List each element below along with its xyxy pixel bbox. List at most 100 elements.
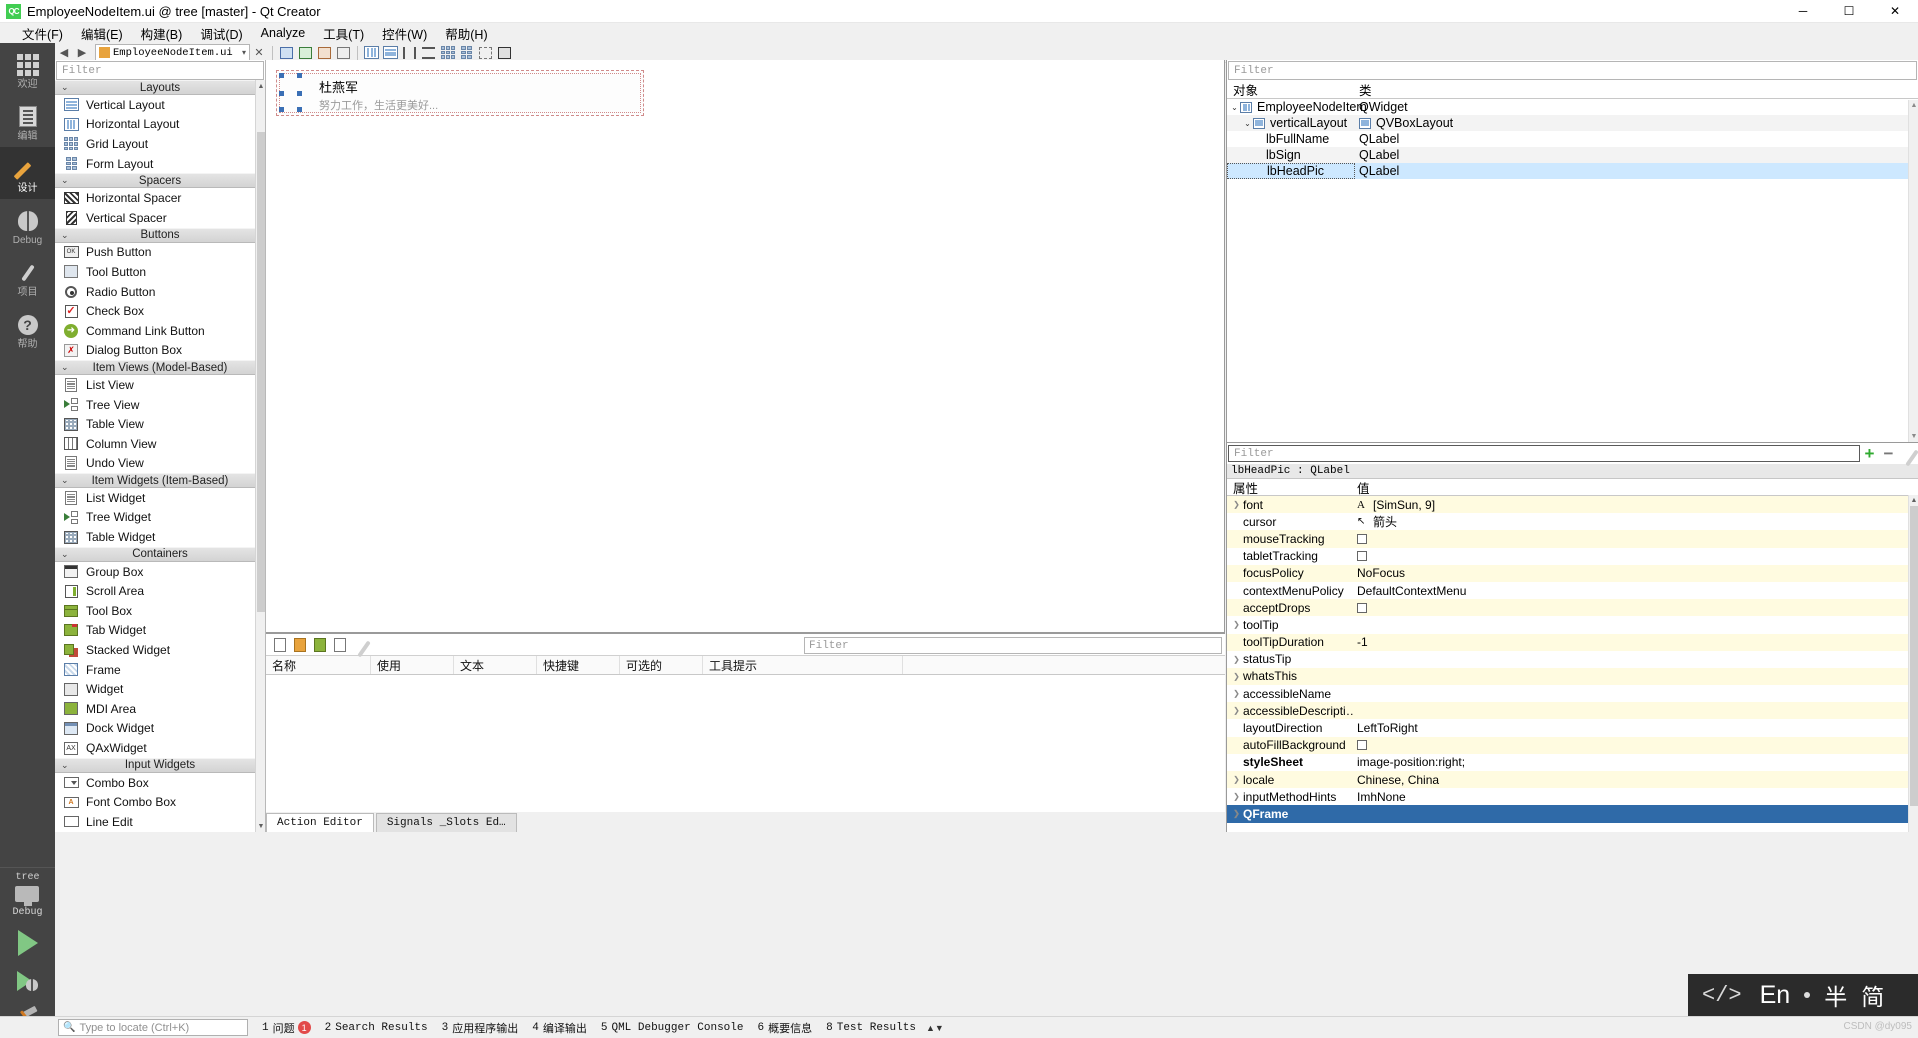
widget-box-scrollbar[interactable]: ▲ ▼ (255, 80, 265, 832)
menu-item-2[interactable]: 构建(B) (132, 22, 192, 45)
property-value-cell[interactable]: NoFocus (1353, 564, 1918, 582)
start-debugging-button[interactable] (0, 962, 55, 1000)
property-row[interactable]: cursor ↖ 箭头 (1227, 513, 1918, 531)
run-button[interactable] (0, 924, 55, 962)
widget-group-header[interactable]: ⌄ Spacers (55, 173, 265, 189)
widget-item[interactable]: ➜ Command Link Button (55, 321, 265, 341)
widget-item[interactable]: Frame (55, 660, 265, 680)
locator-input[interactable]: 🔍 Type to locate (Ctrl+K) (58, 1019, 248, 1036)
scroll-up-icon[interactable]: ▲ (1909, 100, 1918, 111)
chevron-down-icon[interactable]: ⌄ (1242, 119, 1253, 128)
forward-icon[interactable]: ▶ (73, 44, 91, 62)
object-inspector-row[interactable]: lbHeadPic QLabel (1227, 163, 1918, 179)
chevron-right-icon[interactable]: ❯ (1230, 672, 1243, 681)
menu-item-0[interactable]: 文件(F) (13, 22, 72, 45)
property-value-cell[interactable]: LeftToRight (1353, 719, 1918, 737)
output-pane-button[interactable]: 5 QML Debugger Console (601, 1022, 744, 1034)
widget-item[interactable]: Radio Button (55, 282, 265, 302)
property-row[interactable]: ❯ locale Chinese, China (1227, 771, 1918, 789)
object-column-header[interactable]: 对象 (1227, 81, 1355, 98)
edit-widgets-icon[interactable] (278, 44, 295, 61)
widget-group-header[interactable]: ⌄ Item Views (Model-Based) (55, 360, 265, 376)
widget-item[interactable]: Tool Button (55, 262, 265, 282)
scroll-down-icon[interactable]: ▼ (1909, 431, 1918, 442)
widget-item[interactable]: Undo View (55, 454, 265, 474)
output-pane-button[interactable]: 3 应用程序输出 (442, 1020, 519, 1036)
chevron-right-icon[interactable]: ❯ (1230, 689, 1243, 698)
minus-icon[interactable]: − (1879, 445, 1898, 462)
checkbox-icon[interactable] (1357, 602, 1367, 613)
scrollbar-thumb[interactable] (257, 132, 265, 612)
layout-vertically-icon[interactable] (382, 44, 399, 61)
plus-icon[interactable]: + (1860, 445, 1879, 462)
property-value-cell[interactable]: ↖ 箭头 (1353, 513, 1918, 531)
menu-item-5[interactable]: 工具(T) (314, 22, 373, 45)
action-column-header[interactable]: 工具提示 (703, 656, 903, 674)
label-full-name[interactable]: 杜燕军 (319, 77, 358, 96)
property-row[interactable]: ❯ QFrame (1227, 805, 1918, 823)
layout-horizontally-icon[interactable] (363, 44, 380, 61)
edit-buddies-icon[interactable] (316, 44, 333, 61)
menu-item-1[interactable]: 编辑(E) (72, 22, 132, 45)
resize-handle-middle[interactable] (297, 91, 302, 96)
property-value-cell[interactable]: -1 (1353, 633, 1918, 651)
resize-handle-left[interactable] (279, 91, 284, 96)
property-value-cell[interactable] (1353, 599, 1918, 617)
object-inspector-rows[interactable]: ⌄ EmployeeNodeItem QWidget ⌄ verticalLayout Q… (1227, 99, 1918, 442)
chevron-right-icon[interactable]: ❯ (1230, 655, 1243, 664)
property-value-cell[interactable] (1353, 667, 1918, 686)
widget-item[interactable]: Group Box (55, 562, 265, 582)
property-row[interactable]: acceptDrops (1227, 599, 1918, 617)
scroll-down-icon[interactable]: ▼ (256, 820, 266, 832)
widget-item[interactable]: List Widget (55, 488, 265, 508)
scroll-up-icon[interactable]: ▲ (1909, 495, 1918, 506)
checkbox-icon[interactable] (1357, 533, 1367, 544)
property-row[interactable]: ❯ font A [SimSun, 9] (1227, 496, 1918, 514)
menu-item-4[interactable]: Analyze (252, 24, 314, 42)
widget-item[interactable]: Tree Widget (55, 508, 265, 528)
widget-item[interactable]: ✓ Check Box (55, 301, 265, 321)
checkbox-icon[interactable] (1357, 740, 1367, 751)
object-inspector-row[interactable]: ⌄ EmployeeNodeItem QWidget (1227, 99, 1918, 115)
widget-item[interactable]: Line Edit (55, 812, 265, 832)
chevron-right-icon[interactable]: ❯ (1230, 809, 1243, 818)
form-root-widget[interactable]: 杜燕军 努力工作，生活更美好... (276, 70, 644, 116)
action-column-header[interactable]: 使用 (371, 656, 454, 674)
widget-item[interactable]: Form Layout (55, 154, 265, 174)
mode-button-edit[interactable]: 编辑 (0, 95, 55, 147)
widget-item[interactable]: Combo Box (55, 773, 265, 793)
widget-item[interactable]: Widget (55, 679, 265, 699)
edit-tab-order-icon[interactable] (335, 44, 352, 61)
property-row[interactable]: autoFillBackground (1227, 736, 1918, 754)
object-inspector-row[interactable]: ⌄ verticalLayout QVBoxLayout (1227, 115, 1918, 131)
chevron-down-icon[interactable]: ⌄ (1229, 103, 1240, 112)
form-canvas[interactable]: 杜燕军 努力工作，生活更美好... (266, 60, 1225, 633)
widget-box-filter-input[interactable]: Filter (56, 61, 264, 80)
output-pane-navigation-icon[interactable]: ▲▼ (926, 1023, 944, 1033)
property-value-cell[interactable] (1353, 805, 1918, 823)
value-column-header[interactable]: 值 (1353, 479, 1918, 496)
widget-item[interactable]: Vertical Layout (55, 95, 265, 115)
widget-group-header[interactable]: ⌄ Input Widgets (55, 757, 265, 773)
bottom-tab[interactable]: Signals _Slots Ed… (375, 813, 517, 832)
widget-item[interactable]: Table View (55, 414, 265, 434)
widget-item[interactable]: Tab Widget (55, 621, 265, 641)
break-layout-icon[interactable] (477, 44, 494, 61)
widget-item[interactable]: Horizontal Spacer (55, 188, 265, 208)
copy-action-icon[interactable] (290, 636, 310, 654)
output-pane-button[interactable]: 1 问题 1 (262, 1020, 311, 1036)
property-value-cell[interactable] (1353, 547, 1918, 565)
property-row[interactable]: ❯ whatsThis (1227, 667, 1918, 686)
property-row[interactable]: tabletTracking (1227, 547, 1918, 565)
checkbox-icon[interactable] (1357, 551, 1367, 562)
menu-item-3[interactable]: 调试(D) (191, 22, 251, 45)
action-editor-filter-input[interactable]: Filter (804, 637, 1222, 654)
mode-button-projects[interactable]: 项目 (0, 251, 55, 303)
widget-item[interactable]: Stacked Widget (55, 640, 265, 660)
mode-button-help[interactable]: ? 帮助 (0, 303, 55, 355)
new-action-icon[interactable] (270, 636, 290, 654)
widget-group-header[interactable]: ⌄ Buttons (55, 227, 265, 243)
paste-action-icon[interactable] (310, 636, 330, 654)
property-value-cell[interactable] (1353, 650, 1918, 668)
mode-button-welcome[interactable]: 欢迎 (0, 43, 55, 95)
